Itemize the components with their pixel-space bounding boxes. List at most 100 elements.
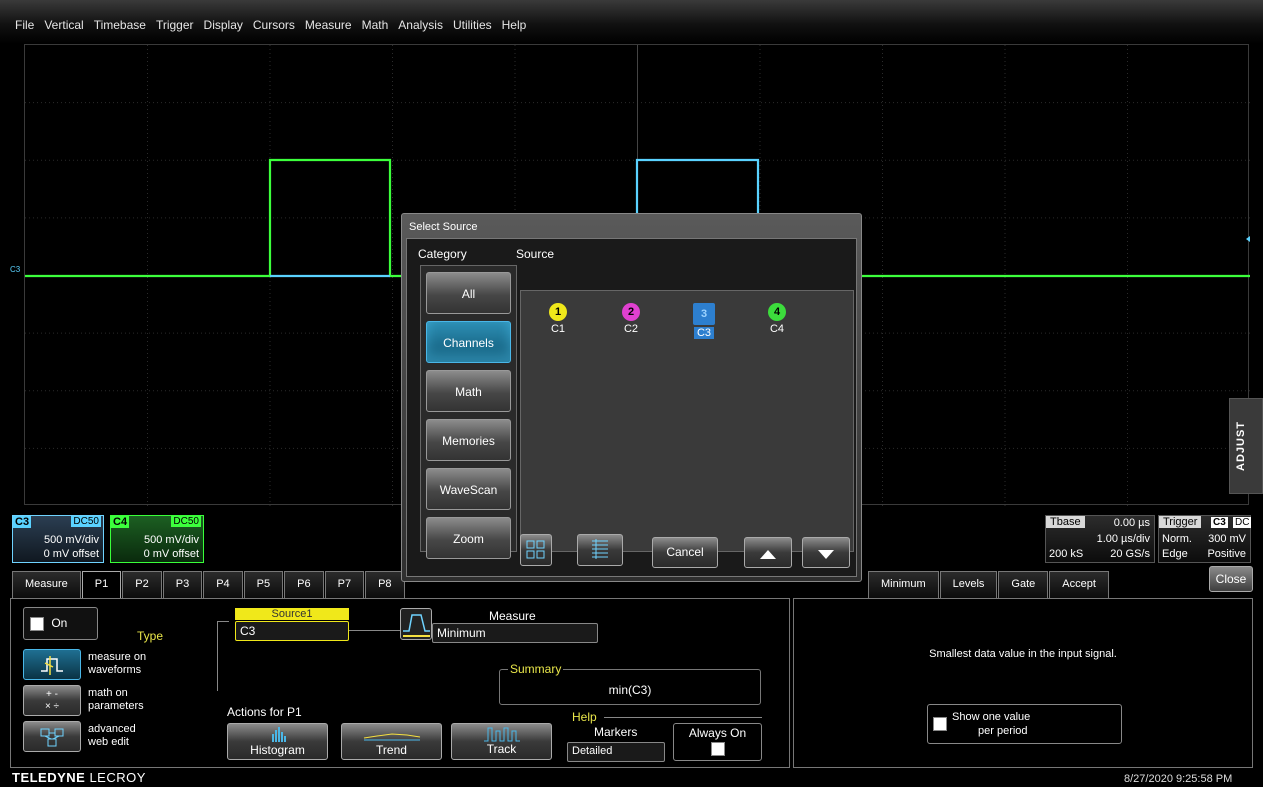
tab-p3[interactable]: P3 <box>162 571 203 598</box>
on-checkbox[interactable] <box>30 616 44 631</box>
parameter-description: Smallest data value in the input signal. <box>929 648 1117 660</box>
tab-accept[interactable]: Accept <box>1049 571 1109 598</box>
track-label: Track <box>486 742 517 756</box>
show-one-line2: per period <box>978 725 1028 737</box>
type-advanced-web-edit-button[interactable] <box>23 721 81 752</box>
grid-view-button[interactable] <box>520 534 552 566</box>
source-c1[interactable]: 1 C1 <box>533 303 583 335</box>
measure-waveform-icon <box>41 656 63 675</box>
tab-p1[interactable]: P1 <box>81 571 122 598</box>
menu-file[interactable]: File <box>10 18 39 32</box>
markers-label: Markers <box>594 725 638 739</box>
channel-1-icon: 1 <box>549 303 567 321</box>
menu-math[interactable]: Math <box>357 18 394 32</box>
channel-c4-descriptor[interactable]: C4 DC50 500 mV/div 0 mV offset <box>110 515 204 563</box>
trigger-source-badge: C3 <box>1211 517 1228 528</box>
scroll-up-button[interactable] <box>744 537 792 568</box>
coupling-badge: DC50 <box>71 516 101 527</box>
tab-levels[interactable]: Levels <box>939 571 998 598</box>
type-line1: math on <box>88 687 128 699</box>
on-toggle[interactable]: On <box>23 607 98 640</box>
menu-display[interactable]: Display <box>199 18 248 32</box>
sample-count: 200 kS <box>1049 548 1084 560</box>
tab-p4[interactable]: P4 <box>203 571 243 598</box>
timebase-per-div: 1.00 µs/div <box>1096 533 1150 545</box>
timebase-descriptor[interactable]: Tbase 0.00 µs 1.00 µs/div 200 kS 20 GS/s <box>1045 515 1155 563</box>
category-all-button[interactable]: All <box>426 272 511 314</box>
trigger-descriptor[interactable]: Trigger C3 DC Norm. 300 mV Edge Positive <box>1158 515 1252 563</box>
measure-icon-button[interactable] <box>400 608 432 640</box>
type-advanced-web-edit-label: advanced web edit <box>88 723 136 749</box>
tab-p5[interactable]: P5 <box>243 571 284 598</box>
category-memories-button[interactable]: Memories <box>426 419 511 461</box>
source-c3[interactable]: 3 C3 <box>679 303 729 339</box>
tab-minimum[interactable]: Minimum <box>868 571 939 598</box>
brand-logo: TELEDYNE LECROY <box>12 770 146 785</box>
category-channels-button[interactable]: Channels <box>426 321 511 363</box>
cancel-button[interactable]: Cancel <box>652 537 718 568</box>
markers-field[interactable]: Detailed <box>567 742 665 762</box>
menu-trigger[interactable]: Trigger <box>151 18 199 32</box>
offset: 0 mV offset <box>43 548 99 560</box>
histogram-button[interactable]: Histogram <box>227 723 328 760</box>
trigger-slope: Positive <box>1207 548 1246 560</box>
summary-box: Summary min(C3) <box>499 662 761 705</box>
menu-utilities[interactable]: Utilities <box>448 18 497 32</box>
category-wavescan-button[interactable]: WaveScan <box>426 468 511 510</box>
source-label: Source <box>516 247 555 261</box>
show-one-value-checkbox[interactable] <box>933 717 947 731</box>
show-one-value-box[interactable]: Show one value per period <box>927 704 1122 744</box>
show-one-value-label: Show one value per period <box>952 710 1030 738</box>
tab-p7[interactable]: P7 <box>324 571 365 598</box>
source1-field[interactable]: C3 <box>235 621 349 641</box>
channel-4-icon: 4 <box>768 303 786 321</box>
tab-gate[interactable]: Gate <box>998 571 1049 598</box>
summary-value: min(C3) <box>608 683 652 697</box>
close-button[interactable]: Close <box>1209 566 1253 592</box>
adjust-tab[interactable]: ADJUST <box>1229 398 1263 494</box>
offset: 0 mV offset <box>143 548 199 560</box>
measure-field[interactable]: Minimum <box>432 623 598 643</box>
measure-label: Measure <box>489 609 536 623</box>
source-label: C1 <box>550 323 566 335</box>
menu-analysis[interactable]: Analysis <box>393 18 448 32</box>
type-math-parameters-button[interactable]: + - × ÷ <box>23 685 81 716</box>
channel-2-icon: 2 <box>622 303 640 321</box>
dialog-title: Select Source <box>409 221 478 233</box>
scroll-down-button[interactable] <box>802 537 850 568</box>
tab-p6[interactable]: P6 <box>284 571 324 598</box>
type-line2: waveforms <box>88 664 142 676</box>
histogram-icon <box>271 727 286 742</box>
timebase-delay: 0.00 µs <box>1113 517 1150 529</box>
volts-per-div: 500 mV/div <box>43 534 99 546</box>
web-edit-icon <box>40 728 64 747</box>
track-button[interactable]: Track <box>451 723 552 760</box>
category-zoom-button[interactable]: Zoom <box>426 517 511 559</box>
menu-help[interactable]: Help <box>497 18 532 32</box>
source-label: C3 <box>693 327 715 339</box>
channel-c3-descriptor[interactable]: C3 DC50 500 mV/div 0 mV offset <box>12 515 104 563</box>
tab-p8[interactable]: P8 <box>365 571 405 598</box>
right-tabs: Minimum Levels Gate Accept <box>868 571 1110 599</box>
tab-measure[interactable]: Measure <box>12 571 81 598</box>
up-arrow-icon <box>760 550 776 559</box>
category-math-button[interactable]: Math <box>426 370 511 412</box>
menu-cursors[interactable]: Cursors <box>248 18 300 32</box>
list-view-button[interactable] <box>577 534 623 566</box>
parameter-tabs: Measure P1 P2 P3 P4 P5 P6 P7 P8 <box>12 571 406 599</box>
tab-p2[interactable]: P2 <box>122 571 162 598</box>
always-on-checkbox[interactable] <box>710 742 725 756</box>
help-label: Help <box>572 710 597 724</box>
type-measure-waveforms-label: measure on waveforms <box>88 651 146 677</box>
type-measure-waveforms-button[interactable] <box>23 649 81 680</box>
trigger-level: 300 mV <box>1208 533 1246 545</box>
menu-vertical[interactable]: Vertical <box>39 18 88 32</box>
always-on-box[interactable]: Always On <box>673 723 762 761</box>
trend-button[interactable]: Trend <box>341 723 442 760</box>
menu-measure[interactable]: Measure <box>300 18 357 32</box>
math-operators-icon: + - × ÷ <box>44 689 60 712</box>
measure-waveform-icon <box>403 614 430 637</box>
source-c2[interactable]: 2 C2 <box>606 303 656 335</box>
source-c4[interactable]: 4 C4 <box>752 303 802 335</box>
menu-timebase[interactable]: Timebase <box>89 18 151 32</box>
